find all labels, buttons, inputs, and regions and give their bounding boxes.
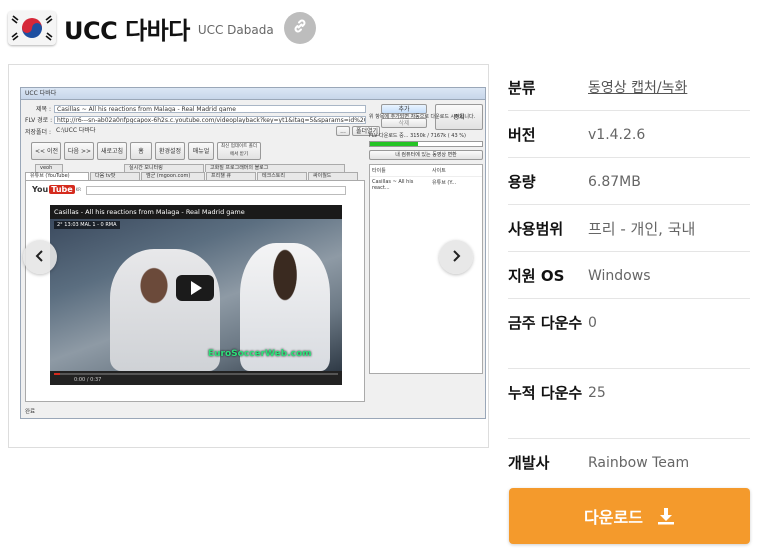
screenshot-list-item: Casillas ~ All his react... 유튜브 (Y... bbox=[370, 177, 482, 193]
screenshot-watermark: EuroSoccerWeb.com bbox=[208, 349, 312, 359]
screenshot-nav-button: 홈 bbox=[130, 142, 152, 160]
video-person bbox=[110, 249, 220, 371]
screenshot-nav-toolbar: << 이전 다음 >> 새로고침 홈 환경설정 매뉴얼 최신 업데이트 폴더에서… bbox=[31, 142, 261, 160]
screenshot-title-label: 제목 : bbox=[36, 106, 51, 113]
app-screenshot: UCC 다바다 제목 : Casillas ~ All his reaction… bbox=[20, 87, 486, 419]
software-info-table: 분류 동영상 캡처/녹화 버전 v1.4.2.6 용량 6.87MB 사용범위 … bbox=[508, 64, 750, 485]
screenshot-list-item-site: 유튜브 (Y... bbox=[432, 180, 457, 186]
screenshot-list-header: 타이틀 bbox=[372, 168, 386, 174]
screenshot-tab: 엠군 (mgoon.com) bbox=[141, 172, 205, 180]
download-icon bbox=[657, 507, 675, 525]
weekly-downloads-value: 0 bbox=[588, 315, 597, 331]
screenshot-tab: 싸이월드 bbox=[308, 172, 358, 180]
screenshot-flv-field: http://r6---sn-ab02a0nfpgcapox-6h2s.c.yo… bbox=[54, 115, 366, 124]
screenshot-scoreboard: 2° 13:03 MAL 1 - 0 RMA bbox=[54, 221, 120, 229]
screenshot-nav-button: 환경설정 bbox=[155, 142, 185, 160]
screenshot-tab: veoh bbox=[35, 164, 63, 172]
screenshot-carousel: UCC 다바다 제목 : Casillas ~ All his reaction… bbox=[8, 64, 489, 448]
screenshot-save-field: C:\UCC 다바다 bbox=[56, 127, 96, 134]
play-icon bbox=[176, 275, 214, 301]
screenshot-tab: 테크스토리 bbox=[257, 172, 307, 180]
screenshot-add-button: 추가 bbox=[381, 104, 427, 114]
screenshot-tab: 실시간 모니터링 bbox=[124, 164, 204, 172]
youtube-logo-region: KR bbox=[75, 187, 82, 192]
screenshot-nav-button: 다음 >> bbox=[64, 142, 94, 160]
screenshot-video-player: Casillas - All his reactions from Malaga… bbox=[50, 205, 342, 385]
screenshot-progress-bar bbox=[369, 141, 483, 147]
screenshot-list-header: 사이트 bbox=[432, 168, 446, 174]
screenshot-right-info: 위 항목에 추가되면 자동으로 다운로드 시작됩니다. bbox=[369, 114, 476, 120]
screenshot-nav-button: << 이전 bbox=[31, 142, 61, 160]
info-row-total-downloads: 누적 다운수 25 bbox=[508, 369, 750, 439]
prev-screenshot-button[interactable] bbox=[23, 240, 57, 274]
screenshot-video-time: 0:00 / 0:37 bbox=[74, 377, 102, 383]
info-key: 개발사 bbox=[508, 454, 550, 472]
screenshot-browser-pane: You Tube KR Casillas - All his reactions … bbox=[25, 180, 365, 402]
screenshot-nav-button: 최신 업데이트 폴더에서 받기 bbox=[217, 142, 261, 160]
youtube-logo-you: You bbox=[32, 185, 49, 194]
screenshot-site-tabs: 유튜브 (YouTube) 다음 tv팟 엠군 (mgoon.com) 프리챌 … bbox=[25, 172, 359, 180]
next-screenshot-button[interactable] bbox=[439, 240, 473, 274]
app-header: UCC 다바다 UCC Dabada bbox=[8, 8, 316, 48]
screenshot-nav-button: 매뉴얼 bbox=[188, 142, 214, 160]
screenshot-video-progress bbox=[54, 373, 338, 375]
license-value: 프리 - 개인, 국내 bbox=[588, 220, 696, 238]
version-value: v1.4.2.6 bbox=[588, 127, 646, 143]
screenshot-flv-label: FLV 경로 : bbox=[25, 117, 53, 124]
category-link[interactable]: 동영상 캡처/녹화 bbox=[588, 64, 750, 100]
screenshot-tab: 다음 tv팟 bbox=[90, 172, 140, 180]
screenshot-progress-fill bbox=[370, 142, 419, 146]
screenshot-status: 완료 bbox=[25, 409, 36, 415]
screenshot-progress-text: FLV 다운로드 중... 3150k / 7167k ( 43 %) bbox=[369, 133, 466, 139]
developer-value: Rainbow Team bbox=[588, 455, 690, 471]
app-subtitle: UCC Dabada bbox=[197, 23, 274, 37]
download-button-label: 다운로드 bbox=[584, 508, 643, 527]
size-value: 6.87MB bbox=[588, 174, 641, 190]
info-row-license: 사용범위 프리 - 개인, 국내 bbox=[508, 205, 750, 252]
link-button[interactable] bbox=[283, 12, 316, 44]
download-button[interactable]: 다운로드 bbox=[509, 488, 750, 544]
screenshot-tab: 프리챌 큐 bbox=[206, 172, 256, 180]
screenshot-search-box bbox=[86, 186, 346, 195]
info-key: 용량 bbox=[508, 173, 536, 191]
screenshot-title-field: Casillas ~ All his reactions from Malaga… bbox=[54, 104, 366, 113]
info-row-category: 분류 동영상 캡처/녹화 bbox=[508, 64, 750, 111]
link-icon bbox=[292, 18, 308, 38]
info-key: 사용범위 bbox=[508, 220, 564, 238]
youtube-logo: You Tube KR bbox=[32, 185, 81, 194]
screenshot-window-title: UCC 다바다 bbox=[21, 88, 485, 100]
info-key: 버전 bbox=[508, 126, 536, 144]
os-value: Windows bbox=[588, 268, 651, 284]
screenshot-tab: 고화질 프로그래머의 블로그 bbox=[205, 164, 345, 172]
info-row-size: 용량 6.87MB bbox=[508, 158, 750, 205]
chevron-left-icon bbox=[33, 248, 47, 267]
screenshot-tab: 유튜브 (YouTube) bbox=[25, 172, 89, 180]
info-row-version: 버전 v1.4.2.6 bbox=[508, 111, 750, 158]
info-key: 누적 다운수 bbox=[508, 384, 583, 402]
screenshot-video-title: Casillas - All his reactions from Malaga… bbox=[54, 208, 245, 216]
screenshot-list-item-title: Casillas ~ All his react... bbox=[372, 179, 414, 191]
screenshot-save-label: 저장폴더 : bbox=[25, 128, 52, 136]
chevron-right-icon bbox=[449, 248, 463, 267]
screenshot-nav-button: 새로고침 bbox=[97, 142, 127, 160]
total-downloads-value: 25 bbox=[588, 385, 606, 401]
screenshot-top-tabs: veoh 실시간 모니터링 고화질 프로그래머의 블로그 bbox=[35, 164, 346, 172]
app-title: UCC 다바다 bbox=[64, 16, 190, 45]
info-row-developer: 개발사 Rainbow Team bbox=[508, 439, 750, 485]
screenshot-convert-button: 내 컴퓨터에 있는 동영상 변환 bbox=[369, 150, 483, 160]
info-row-os: 지원 OS Windows bbox=[508, 252, 750, 299]
info-key: 지원 OS bbox=[508, 267, 565, 285]
info-key: 분류 bbox=[508, 79, 536, 97]
south-korea-flag-icon bbox=[8, 11, 56, 45]
screenshot-browse-button: ... bbox=[336, 126, 350, 136]
youtube-logo-tube: Tube bbox=[49, 185, 75, 194]
info-key: 금주 다운수 bbox=[508, 314, 583, 332]
screenshot-video-controls: 0:00 / 0:37 bbox=[50, 371, 342, 385]
info-row-weekly-downloads: 금주 다운수 0 bbox=[508, 299, 750, 369]
